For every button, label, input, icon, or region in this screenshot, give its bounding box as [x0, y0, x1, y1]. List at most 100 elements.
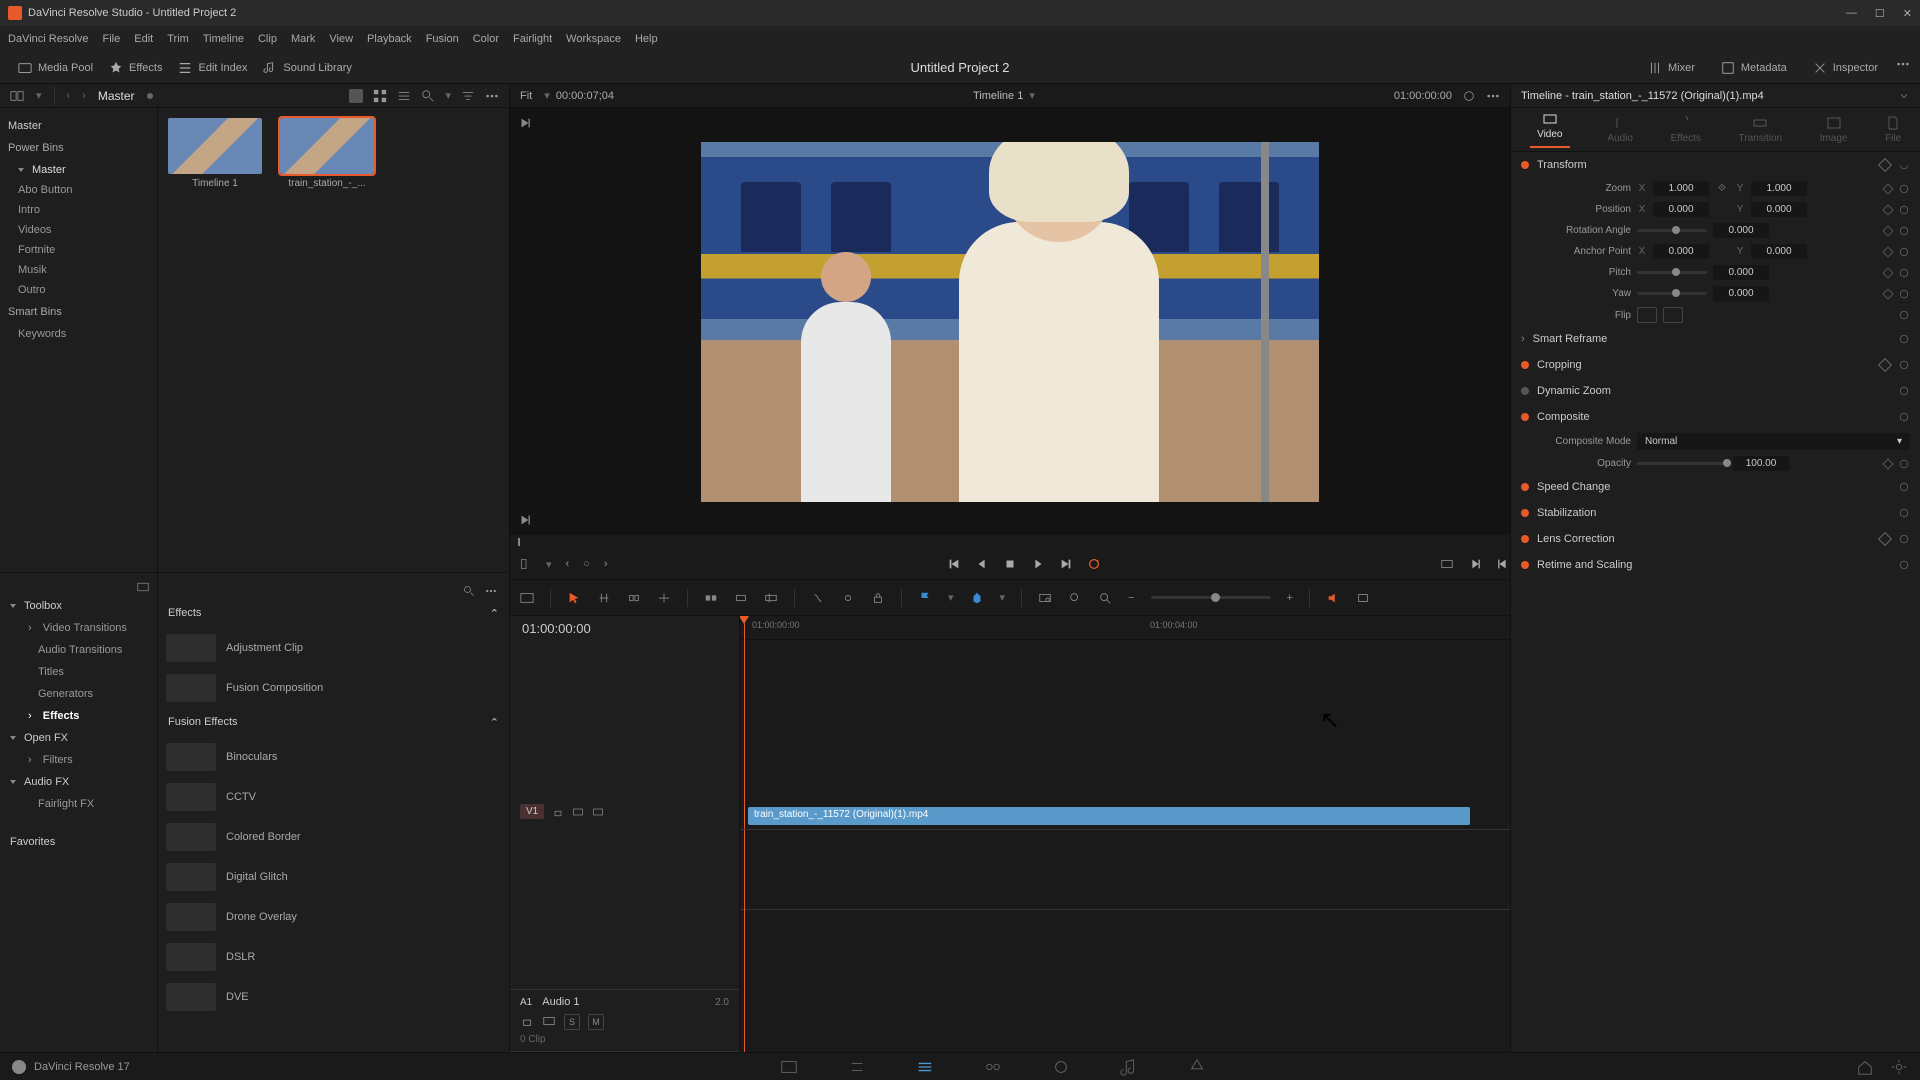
- menu-file[interactable]: File: [103, 33, 121, 45]
- bin-outro[interactable]: Outro: [6, 280, 151, 300]
- flip-v-button[interactable]: [1663, 307, 1683, 323]
- maximize-button[interactable]: ☐: [1875, 7, 1885, 20]
- yaw-slider[interactable]: [1637, 292, 1707, 295]
- section-smart-reframe[interactable]: ›Smart Reframe: [1511, 326, 1920, 352]
- fx-audiofx[interactable]: Audio FX: [4, 771, 153, 793]
- v1-auto-select-icon[interactable]: [572, 806, 584, 818]
- match-frame-icon[interactable]: [1440, 557, 1454, 571]
- jump-last-icon[interactable]: [518, 513, 532, 527]
- video-clip[interactable]: train_station_-_11572 (Original)(1).mp4: [748, 807, 1470, 825]
- step-back-icon[interactable]: [975, 557, 989, 571]
- thumbnail-view-icon[interactable]: [349, 89, 363, 103]
- bin-abo-button[interactable]: Abo Button: [6, 180, 151, 200]
- page-deliver-icon[interactable]: [1188, 1058, 1206, 1076]
- v1-track[interactable]: train_station_-_11572 (Original)(1).mp4: [740, 640, 1510, 830]
- mixer-toggle[interactable]: Mixer: [1640, 57, 1703, 79]
- zoom-in-button[interactable]: +: [1287, 592, 1293, 604]
- v1-label[interactable]: V1: [520, 804, 544, 819]
- insert-clip-icon[interactable]: [704, 591, 718, 605]
- fx-adjustment-clip[interactable]: Adjustment Clip: [166, 630, 501, 666]
- insert-icon[interactable]: [1468, 557, 1482, 571]
- a1-solo-button[interactable]: S: [564, 1014, 580, 1030]
- timeline-tracks[interactable]: 01:00:00:00 01:00:04:00 train_station_-_…: [740, 616, 1510, 1052]
- zoom-to-fit-icon[interactable]: [1038, 591, 1052, 605]
- fx-effects[interactable]: › Effects: [4, 705, 153, 727]
- blade-tool-icon[interactable]: [657, 591, 671, 605]
- position-y-input[interactable]: 0.000: [1751, 202, 1807, 217]
- lock-icon[interactable]: [871, 591, 885, 605]
- prev-edit-icon[interactable]: ‹: [566, 558, 570, 570]
- fx-group-effects[interactable]: Effects⌃: [166, 601, 501, 626]
- rotation-slider[interactable]: [1637, 229, 1707, 232]
- yaw-input[interactable]: 0.000: [1713, 286, 1769, 301]
- bin-keywords[interactable]: Keywords: [6, 324, 151, 344]
- flip-h-button[interactable]: [1637, 307, 1657, 323]
- bypass-icon[interactable]: [1462, 89, 1476, 103]
- section-speed-change[interactable]: Speed Change: [1511, 474, 1920, 500]
- reset-icon[interactable]: [1898, 159, 1910, 171]
- fx-dve[interactable]: DVE: [166, 979, 501, 1015]
- list-view-icon[interactable]: [397, 89, 411, 103]
- menu-trim[interactable]: Trim: [167, 33, 189, 45]
- tab-audio[interactable]: Audio: [1607, 115, 1633, 144]
- a1-label[interactable]: A1: [520, 997, 532, 1008]
- section-retime[interactable]: Retime and Scaling: [1511, 552, 1920, 578]
- menu-timeline[interactable]: Timeline: [203, 33, 244, 45]
- zoom-out-button[interactable]: −: [1128, 592, 1134, 604]
- fx-panel-icon[interactable]: [137, 581, 149, 593]
- clip-timeline-1[interactable]: Timeline 1: [168, 118, 262, 189]
- close-button[interactable]: ✕: [1903, 7, 1912, 20]
- inspector-toggle[interactable]: Inspector: [1805, 57, 1886, 79]
- sound-library-toggle[interactable]: Sound Library: [255, 57, 360, 79]
- section-lens-correction[interactable]: Lens Correction: [1511, 526, 1920, 552]
- pitch-slider[interactable]: [1637, 271, 1707, 274]
- fx-colored-border[interactable]: Colored Border: [166, 819, 501, 855]
- composite-mode-dropdown[interactable]: Normal▾: [1637, 433, 1910, 450]
- page-edit-icon[interactable]: [916, 1058, 934, 1076]
- fx-openfx[interactable]: Open FX: [4, 727, 153, 749]
- menu-mark[interactable]: Mark: [291, 33, 315, 45]
- flag-icon[interactable]: [918, 591, 932, 605]
- tab-effects[interactable]: Effects: [1671, 115, 1701, 144]
- fx-search-icon[interactable]: [463, 585, 475, 597]
- page-color-icon[interactable]: [1052, 1058, 1070, 1076]
- bin-fortnite[interactable]: Fortnite: [6, 240, 151, 260]
- timeline-timecode[interactable]: 01:00:00:00: [510, 616, 739, 640]
- fx-binoculars[interactable]: Binoculars: [166, 739, 501, 775]
- section-cropping[interactable]: Cropping: [1511, 352, 1920, 378]
- section-transform[interactable]: Transform: [1511, 152, 1920, 178]
- nav-back[interactable]: ‹: [67, 90, 71, 102]
- jump-first-icon[interactable]: [518, 116, 532, 130]
- fx-titles[interactable]: Titles: [4, 661, 153, 683]
- bin-intro[interactable]: Intro: [6, 200, 151, 220]
- zoom-link-icon[interactable]: ⟐: [1715, 183, 1729, 194]
- section-composite[interactable]: Composite: [1511, 404, 1920, 430]
- menu-fairlight[interactable]: Fairlight: [513, 33, 552, 45]
- play-icon[interactable]: [1031, 557, 1045, 571]
- more-options-icon[interactable]: [485, 89, 499, 103]
- inspector-expand-icon[interactable]: [1898, 90, 1910, 102]
- bin-musik[interactable]: Musik: [6, 260, 151, 280]
- viewer-timeline-name[interactable]: Timeline 1▾: [973, 89, 1035, 102]
- fx-generators[interactable]: Generators: [4, 683, 153, 705]
- fx-group-fusion[interactable]: Fusion Effects⌃: [166, 710, 501, 735]
- zoom-slider[interactable]: [1151, 596, 1271, 599]
- timeline-ruler[interactable]: 01:00:00:00 01:00:04:00: [740, 616, 1510, 640]
- fx-favorites[interactable]: Favorites: [4, 831, 153, 853]
- media-pool-toggle[interactable]: Media Pool: [10, 57, 101, 79]
- detail-zoom-icon[interactable]: [1068, 591, 1082, 605]
- timeline-view-options-icon[interactable]: [520, 591, 534, 605]
- home-icon[interactable]: [1856, 1058, 1874, 1076]
- trim-tool-icon[interactable]: [597, 591, 611, 605]
- zoom-y-input[interactable]: 1.000: [1751, 181, 1807, 196]
- fx-audio-transitions[interactable]: Audio Transitions: [4, 639, 153, 661]
- stop-icon[interactable]: [1003, 557, 1017, 571]
- bin-power-master[interactable]: Master: [6, 160, 151, 180]
- menu-view[interactable]: View: [329, 33, 353, 45]
- menu-workspace[interactable]: Workspace: [566, 33, 621, 45]
- link-icon[interactable]: [841, 591, 855, 605]
- loop-icon[interactable]: [1087, 557, 1101, 571]
- fx-filters[interactable]: › Filters: [4, 749, 153, 771]
- grid-view-icon[interactable]: [373, 89, 387, 103]
- fx-toolbox[interactable]: Toolbox: [4, 595, 153, 617]
